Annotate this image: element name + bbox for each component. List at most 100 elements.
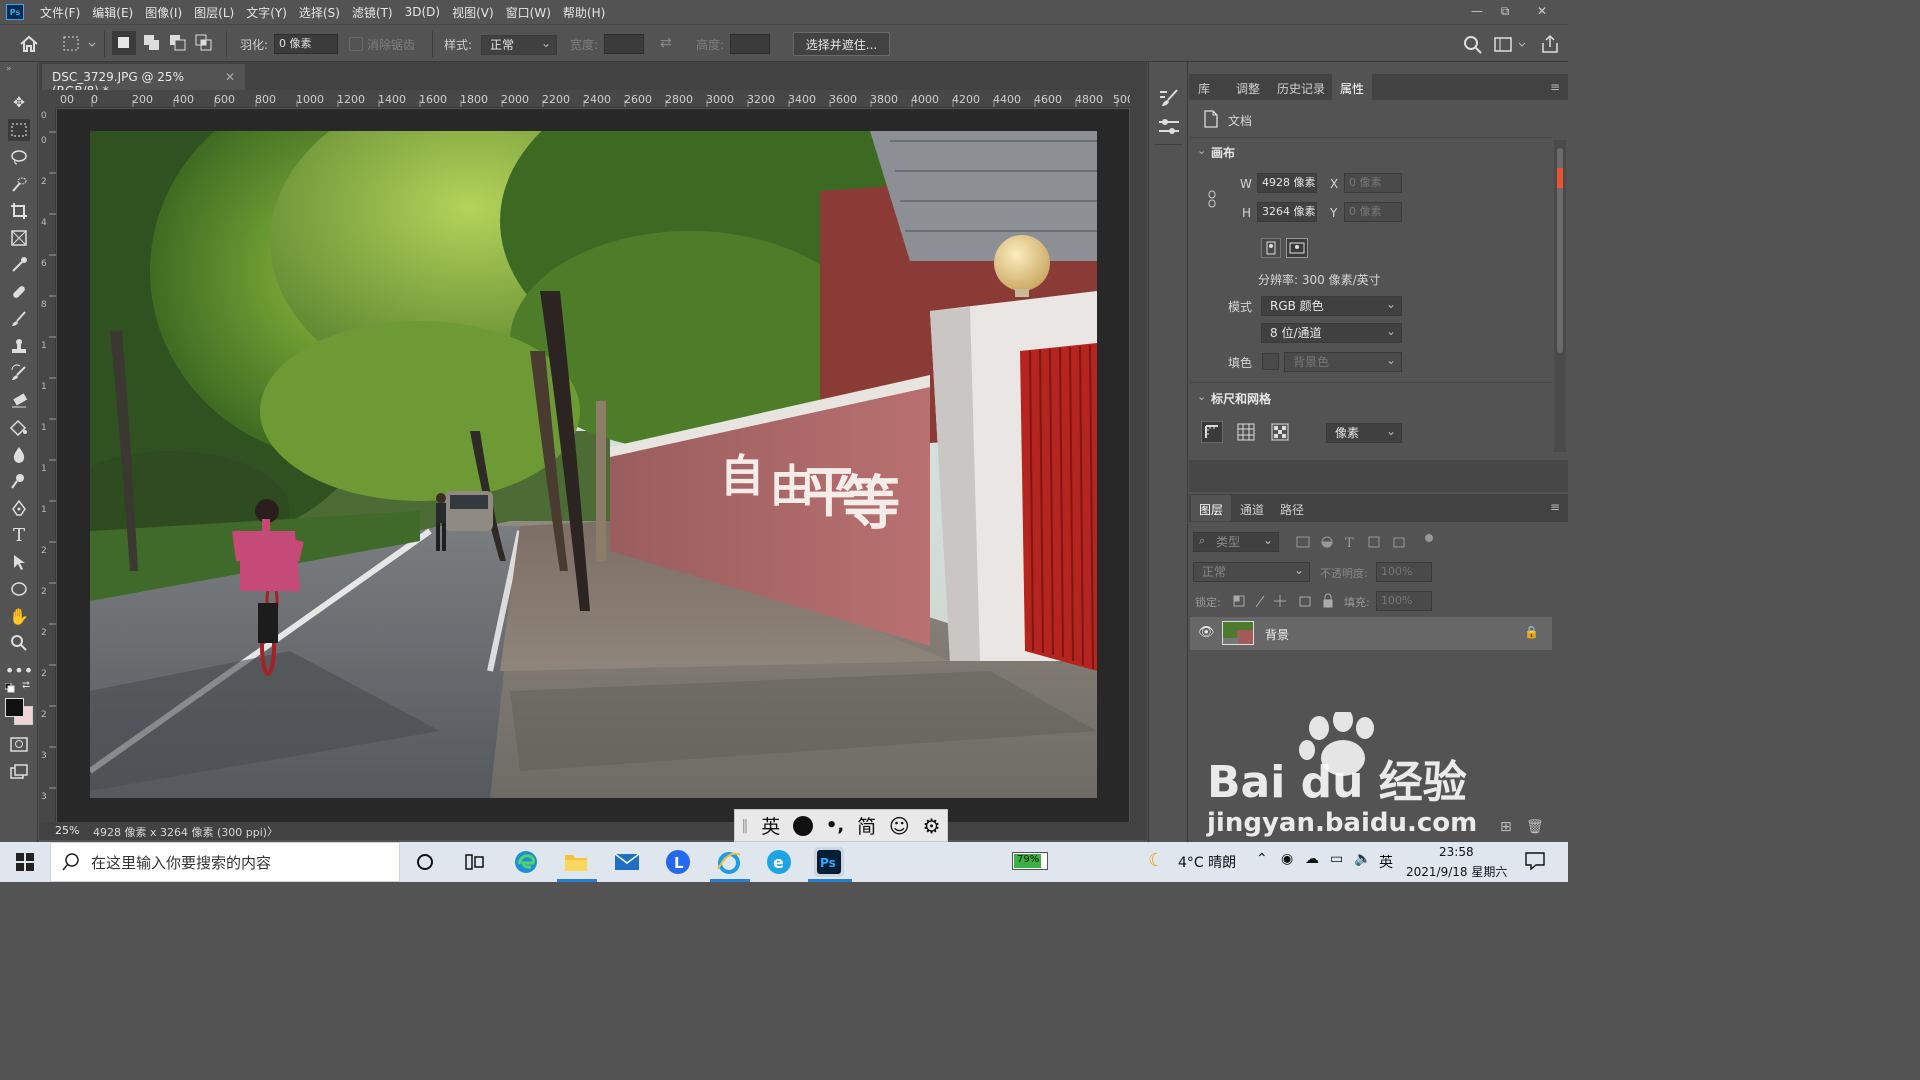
task-view-icon[interactable] [460, 847, 490, 877]
tab-history[interactable]: 历史记录 [1269, 74, 1333, 100]
tray-app-icon[interactable]: ◉ [1281, 851, 1293, 867]
weather-text[interactable]: 4°C 晴朗 [1178, 852, 1236, 872]
layer-filter-dropdown[interactable]: 类型 [1193, 531, 1279, 552]
browser-e-icon[interactable]: e [764, 847, 794, 877]
tab-channels[interactable]: 通道 [1232, 495, 1272, 521]
ruler-toggle-icon[interactable] [1201, 421, 1223, 443]
blend-mode-dropdown[interactable]: 正常 [1193, 561, 1310, 582]
dodge-tool-icon[interactable] [8, 470, 30, 492]
status-menu-icon[interactable]: 〉 [267, 823, 278, 839]
internet-explorer-icon[interactable] [714, 847, 744, 877]
input-lang-indicator[interactable]: 英 [1379, 852, 1393, 872]
canvas-y-input[interactable]: 0 像素 [1344, 202, 1402, 222]
height-input[interactable] [730, 34, 770, 54]
add-selection-icon[interactable] [142, 33, 162, 53]
mail-icon[interactable] [612, 847, 642, 877]
ime-simplified-toggle[interactable]: 简 [857, 812, 876, 839]
photoshop-taskbar-icon[interactable]: Ps [814, 847, 844, 877]
portrait-orientation-icon[interactable] [1261, 238, 1281, 258]
canvas-height-input[interactable]: 3264 像素 [1257, 202, 1317, 222]
tray-expand-icon[interactable]: ⌃ [1256, 851, 1268, 867]
canvas-x-input[interactable]: 0 像素 [1344, 173, 1402, 193]
pen-tool-icon[interactable] [8, 497, 30, 519]
lasso-tool-icon[interactable] [8, 146, 30, 168]
fill-opacity-input[interactable]: 100% [1376, 591, 1432, 611]
eraser-tool-icon[interactable] [8, 389, 30, 411]
path-selection-tool-icon[interactable] [8, 551, 30, 573]
select-and-mask-button[interactable]: 选择并遮住... [793, 32, 890, 56]
screen-mode-icon[interactable] [8, 761, 30, 783]
adjustments-sliders-icon[interactable] [1157, 116, 1181, 138]
lock-options-icons[interactable] [1230, 592, 1340, 610]
rulers-grid-section-title[interactable]: 标尺和网格 [1211, 390, 1271, 407]
healing-brush-tool-icon[interactable] [8, 281, 30, 303]
clock-date[interactable]: 2021/9/18 星期六 [1406, 863, 1507, 880]
collapse-toolbar-icon[interactable]: » [6, 64, 12, 74]
fill-swatch[interactable] [1262, 353, 1279, 370]
quick-selection-tool-icon[interactable] [8, 173, 30, 195]
menu-3d[interactable]: 3D(D) [399, 5, 446, 19]
feather-input[interactable]: 0 像素 [274, 34, 338, 54]
menu-image[interactable]: 图像(I) [139, 4, 188, 21]
hand-tool-icon[interactable]: ✋ [8, 605, 30, 627]
edge-icon[interactable] [511, 847, 541, 877]
tab-paths[interactable]: 路径 [1272, 495, 1312, 521]
ime-settings-icon[interactable]: ⚙ [923, 814, 941, 838]
menu-layer[interactable]: 图层(L) [188, 4, 240, 21]
width-input[interactable] [604, 34, 644, 54]
zoom-level[interactable]: 25% [55, 824, 79, 837]
ellipse-tool-icon[interactable] [8, 578, 30, 600]
document-canvas[interactable]: 自 由 平 等 [90, 131, 1097, 798]
grid-toggle-icon[interactable] [1236, 422, 1256, 442]
history-brush-tool-icon[interactable] [8, 362, 30, 384]
menu-file[interactable]: 文件(F) [34, 4, 86, 21]
marquee-tool-icon[interactable] [8, 119, 30, 141]
canvas-width-input[interactable]: 4928 像素 [1257, 173, 1317, 193]
brush-settings-icon[interactable] [1157, 86, 1181, 108]
subtract-selection-icon[interactable] [168, 33, 188, 53]
pixel-grid-toggle-icon[interactable] [1270, 422, 1290, 442]
eyedropper-tool-icon[interactable] [8, 254, 30, 276]
tab-layers[interactable]: 图层 [1191, 495, 1232, 521]
ime-drag-handle-icon[interactable]: ‖ [741, 818, 748, 834]
close-button[interactable]: ✕ [1525, 0, 1559, 22]
antialias-checkbox[interactable] [349, 37, 363, 51]
intersect-selection-icon[interactable] [194, 33, 214, 53]
menu-select[interactable]: 选择(S) [293, 4, 346, 21]
search-icon[interactable] [1463, 35, 1483, 55]
home-icon[interactable] [18, 34, 40, 54]
tab-libraries[interactable]: 库 [1190, 74, 1218, 100]
ime-emoji-icon[interactable]: ☺ [889, 814, 910, 838]
ruler-units-dropdown[interactable]: 像素 [1326, 422, 1402, 443]
menu-help[interactable]: 帮助(H) [557, 4, 611, 21]
battery-tray-icon[interactable]: ▭ [1330, 851, 1343, 867]
style-dropdown[interactable]: 正常 [481, 34, 557, 55]
swap-colors-icon[interactable]: ⮂ [22, 680, 30, 691]
workspace-icon[interactable] [1493, 35, 1527, 55]
menu-type[interactable]: 文字(Y) [240, 4, 293, 21]
close-tab-icon[interactable]: ✕ [225, 70, 235, 84]
share-icon[interactable] [1540, 33, 1560, 55]
type-tool-icon[interactable]: T [8, 524, 30, 546]
canvas-section-title[interactable]: 画布 [1211, 144, 1235, 161]
volume-icon[interactable]: 🔈 [1354, 851, 1371, 867]
visibility-eye-icon[interactable]: 👁 [1198, 625, 1215, 640]
start-button[interactable] [0, 842, 50, 882]
menu-filter[interactable]: 滤镜(T) [346, 4, 399, 21]
landscape-orientation-icon[interactable] [1286, 238, 1308, 258]
blue-l-app-icon[interactable]: L [663, 847, 693, 877]
notifications-icon[interactable] [1524, 851, 1546, 871]
vertical-scrollbar[interactable] [1130, 90, 1147, 822]
crop-tool-icon[interactable] [8, 200, 30, 222]
layer-row-background[interactable]: 👁 背景 🔒 [1190, 617, 1552, 650]
menu-edit[interactable]: 编辑(E) [86, 4, 139, 21]
tab-properties[interactable]: 属性 [1332, 74, 1373, 100]
menu-view[interactable]: 视图(V) [446, 4, 500, 21]
onedrive-icon[interactable]: ☁ [1305, 851, 1319, 867]
layer-name[interactable]: 背景 [1265, 626, 1289, 643]
more-tools-icon[interactable]: ••• [5, 659, 33, 681]
document-tab[interactable]: DSC_3729.JPG @ 25%(RGB/8) * ✕ [42, 64, 245, 98]
foreground-color-swatch[interactable] [5, 698, 24, 717]
layers-menu-icon[interactable]: ≡ [1550, 500, 1560, 514]
default-colors-icon[interactable] [4, 682, 15, 693]
